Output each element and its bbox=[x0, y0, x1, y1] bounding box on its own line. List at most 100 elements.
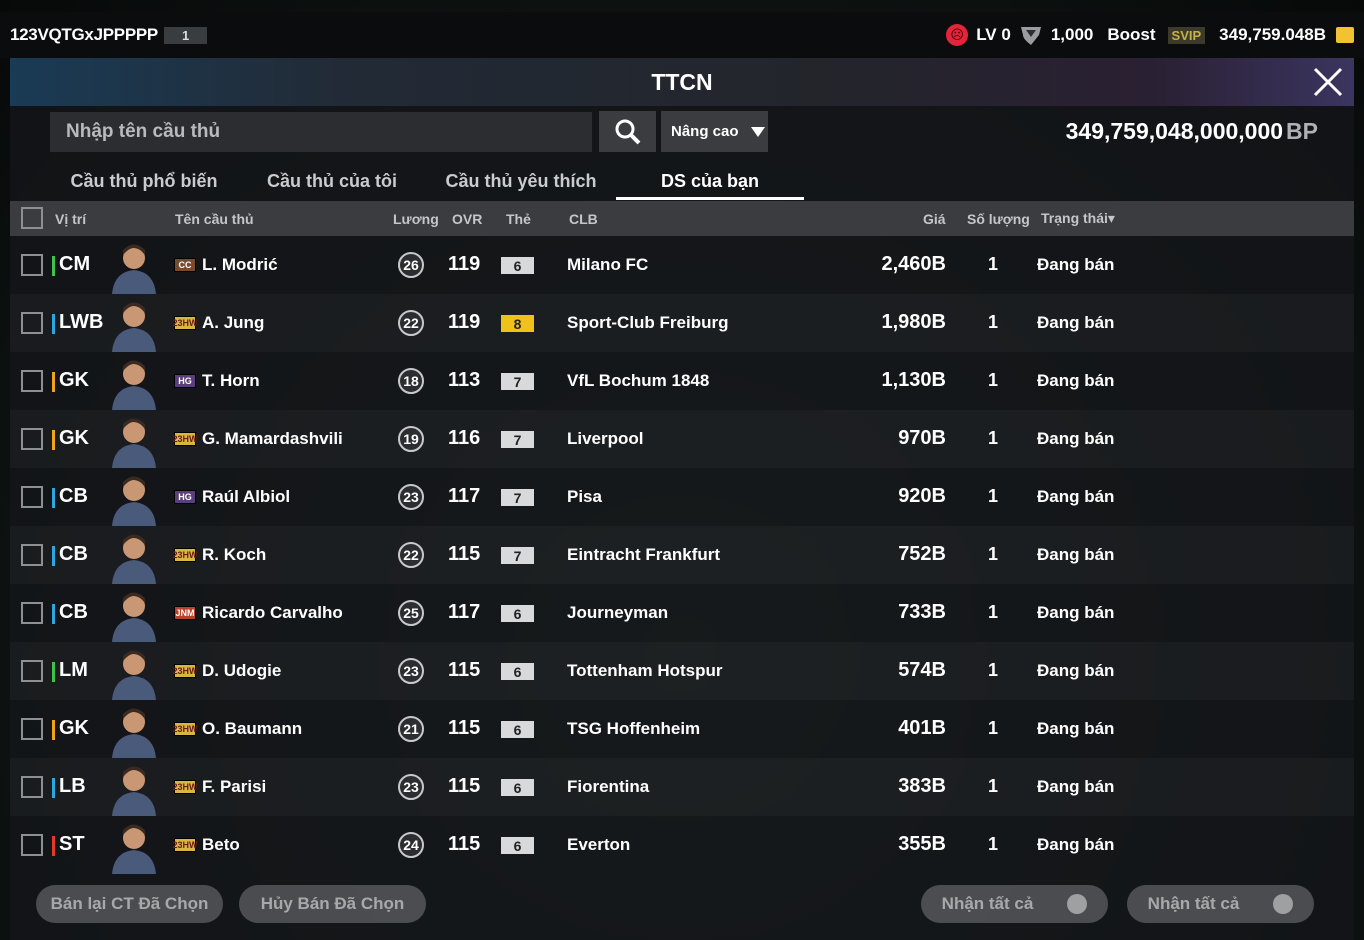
table-row[interactable]: ST 23HW Beto 24 115 6 Everton 355B 1 Đan… bbox=[10, 816, 1354, 874]
row-checkbox[interactable] bbox=[21, 718, 43, 740]
listing-quantity: 1 bbox=[988, 660, 999, 680]
row-checkbox[interactable] bbox=[21, 254, 43, 276]
table-row[interactable]: CB HG Raúl Albiol 23 117 7 Pisa 920B 1 Đ… bbox=[10, 468, 1354, 526]
player-name[interactable]: D. Udogie bbox=[202, 661, 281, 681]
salary-badge: 21 bbox=[398, 716, 424, 742]
row-checkbox[interactable] bbox=[21, 544, 43, 566]
salary-badge: 23 bbox=[398, 774, 424, 800]
table-row[interactable]: LM 23HW D. Udogie 23 115 6 Tottenham Hot… bbox=[10, 642, 1354, 700]
boost-label[interactable]: Boost bbox=[1107, 25, 1155, 45]
level-label: LV 0 bbox=[976, 25, 1011, 44]
col-grade[interactable]: Thẻ bbox=[506, 211, 531, 227]
tab-my-listings[interactable]: DS của bạn bbox=[616, 162, 804, 200]
search-input[interactable] bbox=[66, 121, 592, 143]
listing-status: Đang bán bbox=[1037, 545, 1115, 564]
player-ovr: 113 bbox=[448, 369, 481, 391]
player-name[interactable]: A. Jung bbox=[202, 313, 264, 333]
bp-unit: BP bbox=[1286, 118, 1318, 144]
position-color-bar bbox=[52, 720, 55, 740]
col-position[interactable]: Vị trí bbox=[55, 211, 86, 227]
listing-price: 2,460B bbox=[881, 253, 947, 275]
window-header: TTCN bbox=[10, 58, 1354, 106]
listing-quantity: 1 bbox=[988, 544, 999, 564]
table-row[interactable]: CM CC L. Modrić 26 119 6 Milano FC 2,460… bbox=[10, 236, 1354, 294]
player-name[interactable]: Ricardo Carvalho bbox=[202, 603, 343, 623]
table-row[interactable]: CB 23HW R. Koch 22 115 7 Eintracht Frank… bbox=[10, 526, 1354, 584]
listing-status: Đang bán bbox=[1037, 661, 1115, 680]
select-all-checkbox[interactable] bbox=[21, 207, 43, 229]
player-position: CB bbox=[59, 485, 88, 507]
card-grade: 6 bbox=[501, 721, 534, 738]
col-ovr[interactable]: OVR bbox=[452, 211, 482, 227]
player-name[interactable]: L. Modrić bbox=[202, 255, 278, 275]
player-club: Tottenham Hotspur bbox=[567, 661, 723, 680]
row-checkbox[interactable] bbox=[21, 486, 43, 508]
col-quantity[interactable]: Số lượng bbox=[967, 211, 1030, 227]
listing-status: Đang bán bbox=[1037, 313, 1115, 332]
player-name[interactable]: Beto bbox=[202, 835, 240, 855]
player-ovr: 115 bbox=[448, 659, 481, 681]
row-checkbox[interactable] bbox=[21, 602, 43, 624]
player-name[interactable]: T. Horn bbox=[202, 371, 260, 391]
row-checkbox[interactable] bbox=[21, 370, 43, 392]
row-checkbox[interactable] bbox=[21, 660, 43, 682]
position-color-bar bbox=[52, 836, 55, 856]
position-color-bar bbox=[52, 778, 55, 798]
col-salary[interactable]: Lương bbox=[393, 211, 439, 227]
cancel-selected-button[interactable]: Hủy Bán Đã Chọn bbox=[239, 885, 426, 923]
player-name[interactable]: R. Koch bbox=[202, 545, 266, 565]
player-avatar bbox=[108, 645, 160, 700]
listing-status: Đang bán bbox=[1037, 487, 1115, 506]
table-row[interactable]: LB 23HW F. Parisi 23 115 6 Fiorentina 38… bbox=[10, 758, 1354, 816]
market-panel: Nâng cao 349,759,048,000,000BP Cầu thủ p… bbox=[10, 106, 1354, 940]
table-row[interactable]: GK 23HW O. Baumann 21 115 6 TSG Hoffenhe… bbox=[10, 700, 1354, 758]
card-grade: 6 bbox=[501, 605, 534, 622]
claim-all-players-button[interactable]: Nhận tất cả bbox=[921, 885, 1108, 923]
player-ovr: 117 bbox=[448, 601, 481, 623]
resell-selected-button[interactable]: Bán lại CT Đã Chọn bbox=[36, 885, 223, 923]
bp-coin-icon bbox=[1336, 27, 1354, 43]
listing-quantity: 1 bbox=[988, 370, 999, 390]
col-club[interactable]: CLB bbox=[569, 211, 598, 227]
card-grade: 7 bbox=[501, 547, 534, 564]
col-price[interactable]: Giá bbox=[923, 211, 946, 227]
listing-price: 574B bbox=[898, 659, 946, 681]
advanced-dropdown[interactable]: Nâng cao bbox=[661, 111, 768, 152]
table-row[interactable]: LWB 23HW A. Jung 22 119 8 Sport-Club Fre… bbox=[10, 294, 1354, 352]
card-grade: 8 bbox=[501, 315, 534, 332]
table-row[interactable]: CB JNM Ricardo Carvalho 25 117 6 Journey… bbox=[10, 584, 1354, 642]
search-box[interactable] bbox=[50, 112, 592, 152]
player-name[interactable]: F. Parisi bbox=[202, 777, 266, 797]
player-position: CM bbox=[59, 253, 91, 275]
row-checkbox[interactable] bbox=[21, 428, 43, 450]
listing-status: Đang bán bbox=[1037, 429, 1115, 448]
col-name[interactable]: Tên cầu thủ bbox=[175, 211, 254, 227]
table-row[interactable]: GK HG T. Horn 18 113 7 VfL Bochum 1848 1… bbox=[10, 352, 1354, 410]
salary-badge: 22 bbox=[398, 542, 424, 568]
player-ovr: 117 bbox=[448, 485, 481, 507]
svip-badge[interactable]: SVIP bbox=[1167, 26, 1206, 44]
row-checkbox[interactable] bbox=[21, 776, 43, 798]
tab-favorite-players[interactable]: Cầu thủ yêu thích bbox=[426, 162, 616, 200]
tab-my-players[interactable]: Cầu thủ của tôi bbox=[238, 162, 426, 200]
level-face-icon: ☹ bbox=[946, 24, 969, 46]
tab-popular-players[interactable]: Cầu thủ phổ biến bbox=[50, 162, 238, 200]
bp-total-value: 349,759,048,000,000 bbox=[1065, 118, 1284, 144]
player-name[interactable]: Raúl Albiol bbox=[202, 487, 290, 507]
listing-quantity: 1 bbox=[988, 718, 999, 738]
player-name[interactable]: G. Mamardashvili bbox=[202, 429, 343, 449]
col-status[interactable]: Trạng thái▾ bbox=[1041, 210, 1115, 227]
close-button[interactable] bbox=[1310, 64, 1346, 100]
claim-all-bp-button[interactable]: Nhận tất cả bbox=[1127, 885, 1314, 923]
row-checkbox[interactable] bbox=[21, 834, 43, 856]
season-badge-icon: JNM bbox=[174, 606, 196, 620]
player-name[interactable]: O. Baumann bbox=[202, 719, 302, 739]
salary-badge: 22 bbox=[398, 310, 424, 336]
table-row[interactable]: GK 23HW G. Mamardashvili 19 116 7 Liverp… bbox=[10, 410, 1354, 468]
search-button[interactable] bbox=[599, 111, 656, 152]
salary-badge: 25 bbox=[398, 600, 424, 626]
row-checkbox[interactable] bbox=[21, 312, 43, 334]
salary-badge: 19 bbox=[398, 426, 424, 452]
player-avatar bbox=[108, 297, 160, 352]
player-avatar bbox=[108, 355, 160, 410]
